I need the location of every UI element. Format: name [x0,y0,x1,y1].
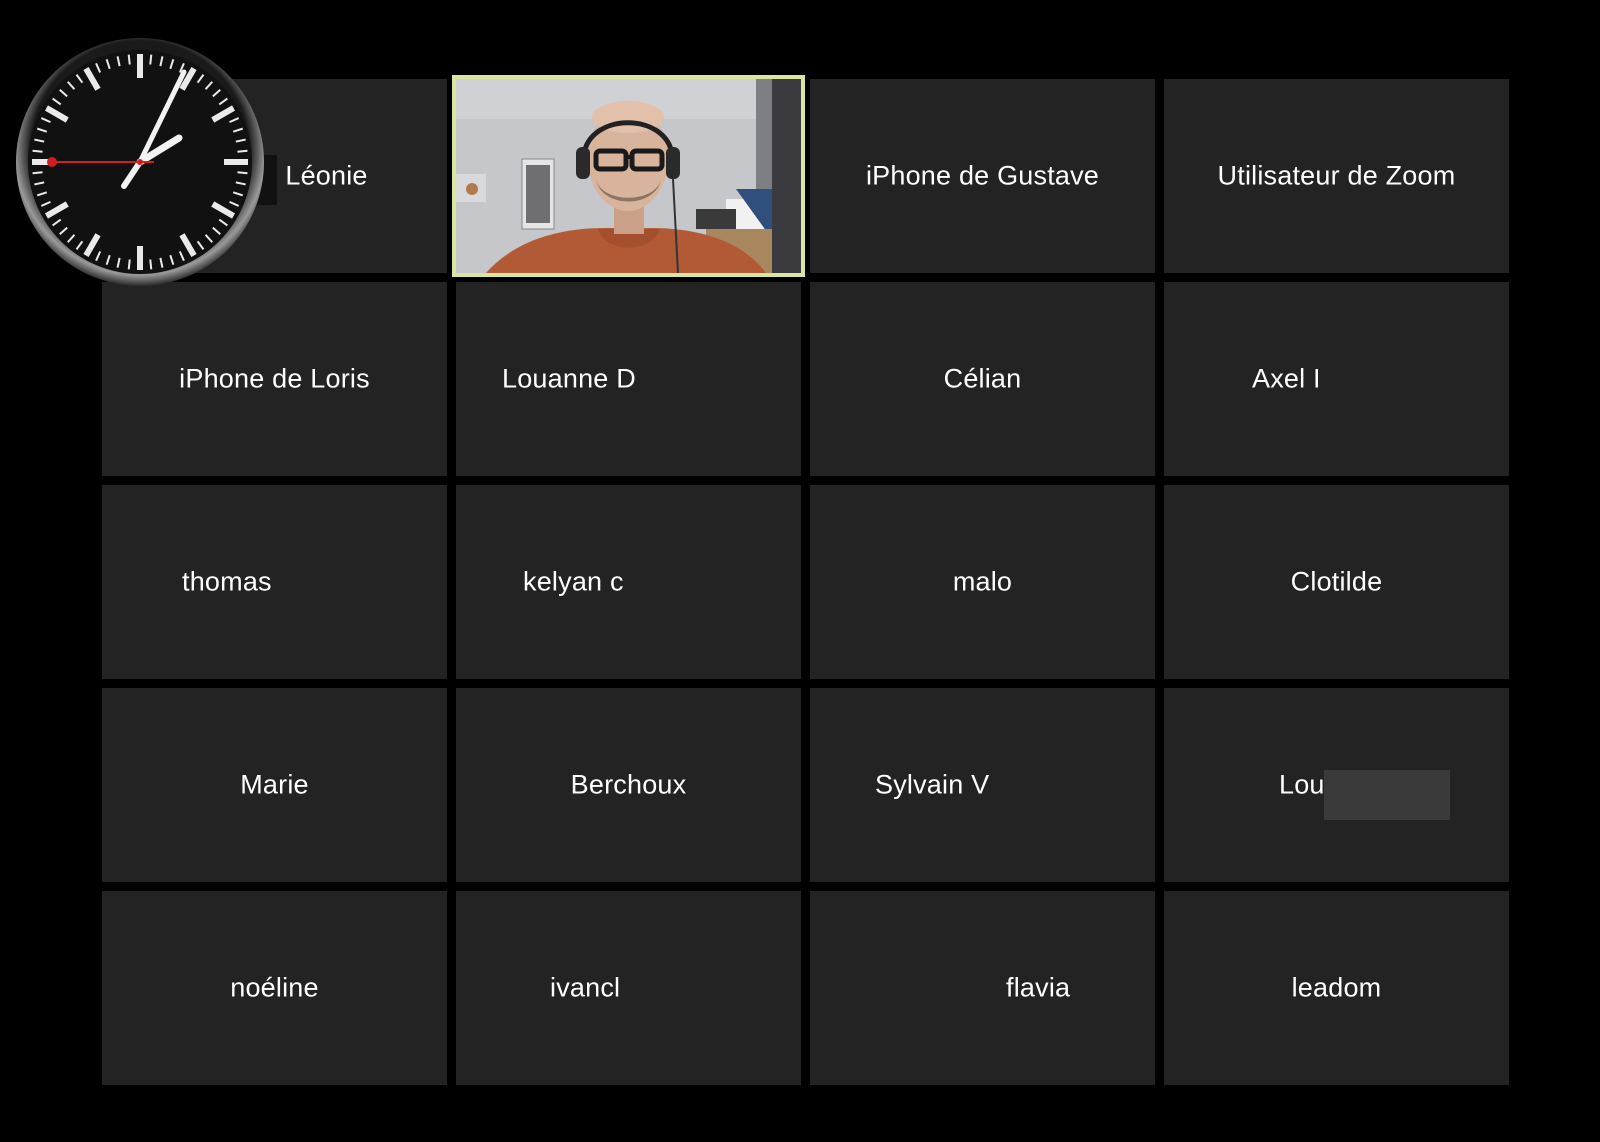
participant-name: Marie [240,769,309,800]
participant-name: Axel I [1252,363,1321,394]
participant-name: ivancl [550,972,621,1003]
clock-tick [32,171,43,175]
clock-tick [237,171,248,175]
participant-video-tile[interactable] [452,75,805,277]
clock-tick [32,149,43,153]
participant-name: Utilisateur de Zoom [1217,160,1456,191]
participant-name: Berchoux [570,769,687,800]
participant-name: Clotilde [1290,566,1383,597]
participant-tile[interactable]: kelyan c [456,485,801,679]
participant-name: Louanne D [502,363,636,394]
participant-name: iPhone de Gustave [865,160,1100,191]
participant-tile[interactable]: Utilisateur de Zoom [1164,79,1509,273]
participant-name: kelyan c [523,566,624,597]
participant-tile[interactable]: iPhone de Loris [102,282,447,476]
participant-tile[interactable]: Célian [810,282,1155,476]
participant-name: Célian [943,363,1022,394]
clock-tick [237,149,248,153]
clock-tick [149,259,153,270]
participant-tile[interactable]: Sylvain V [810,688,1155,882]
participant-name: leadom [1291,972,1382,1003]
participant-tile[interactable]: flavia [810,891,1155,1085]
analog-clock-icon [16,38,264,286]
participant-tile[interactable]: Lou [1164,688,1509,882]
participant-grid: Léonie iPhone de Gustave Utilisateur de … [102,75,1510,1085]
participant-tile[interactable]: malo [810,485,1155,679]
participant-tile[interactable]: Axel I [1164,282,1509,476]
clock-tick [127,259,131,270]
participant-tile[interactable]: Clotilde [1164,485,1509,679]
participant-name: Sylvain V [875,769,990,800]
participant-tile[interactable]: leadom [1164,891,1509,1085]
participant-name: malo [952,566,1013,597]
participant-tile[interactable]: iPhone de Gustave [810,79,1155,273]
participant-name: flavia [1006,972,1071,1003]
participant-tile[interactable]: Louanne D [456,282,801,476]
participant-tile[interactable]: noéline [102,891,447,1085]
participant-tile[interactable]: ivancl [456,891,801,1085]
participant-tile[interactable]: Berchoux [456,688,801,882]
clock-tick [149,54,153,65]
redaction-box [1324,770,1450,820]
participant-name: noéline [230,972,319,1003]
webcam-feed-image [456,79,801,273]
clock-tick [127,54,131,65]
participant-tile[interactable]: Marie [102,688,447,882]
participant-name: thomas [182,566,272,597]
participant-tile[interactable]: thomas [102,485,447,679]
participant-name: iPhone de Loris [179,363,370,394]
